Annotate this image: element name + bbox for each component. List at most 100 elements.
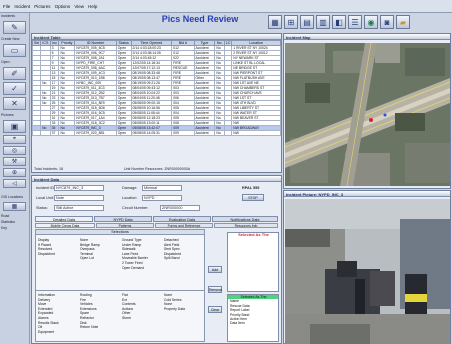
incident-id-label: Incident ID: (36, 186, 56, 190)
clear-button[interactable]: Clear (208, 306, 222, 313)
selection-columns-top: Display If Placed Resolved Dispatched None Br… (36, 237, 204, 289)
menu-options[interactable]: Options (55, 4, 71, 9)
open-button[interactable]: ▭ (3, 44, 26, 57)
subtab-patterns[interactable]: Patterns (96, 223, 154, 228)
selection-option[interactable]: Open Lot (80, 256, 118, 261)
incident-table-panel: Incident Table Sel ICS Inc Priority ID Numbe… (31, 33, 282, 173)
damage-field[interactable]: Minimal (142, 185, 182, 191)
folder-icon[interactable]: ▰ (396, 15, 410, 29)
sidebar-label-key: Key (1, 226, 8, 230)
create-new-button[interactable]: ✎ (3, 21, 26, 34)
list-icon[interactable]: ☰ (348, 15, 362, 29)
damage-label: Damage: (122, 186, 138, 190)
submit-button[interactable]: ✓ (3, 82, 26, 95)
circuit-number-label: Circuit Number: (122, 206, 149, 210)
aerial-map-graphic (285, 43, 450, 186)
camera-icon[interactable]: ◙ (380, 15, 394, 29)
table-footer: Total Incidents: 18 Unit Number Resource… (34, 167, 190, 171)
column-header[interactable]: Status (115, 40, 132, 46)
subtab-forms[interactable]: Forms and Reference (155, 223, 213, 228)
globe-icon[interactable]: ◉ (364, 15, 378, 29)
left-sidebar: Incidents ✎ Create New ▭ Open ✐ ✓ ✕ Pict… (0, 13, 30, 344)
incident-picture-label: Incident Picture: (286, 192, 318, 197)
table-cell: NW (231, 130, 281, 136)
windows-icon[interactable]: ⊞ (284, 15, 298, 29)
subtab-resources[interactable]: Resources Info (214, 223, 278, 228)
table-cell: Open (115, 130, 132, 136)
edit-button[interactable]: ✐ (3, 67, 26, 80)
table-cell: 009 (171, 130, 195, 136)
selection-column: Flat Ext Contents Actions Other Storm (120, 292, 162, 342)
stop-button[interactable]: STOP (242, 194, 264, 201)
incident-table: Sel ICS Inc Priority ID Number Status Time Ope… (31, 40, 281, 136)
table-cell: Accident (193, 130, 216, 136)
local-unit-field[interactable]: Note (54, 195, 104, 201)
main-toolbar: ▦ ⊞ ▤ ▥ ◧ ☰ ◉ ◙ ▰ (266, 13, 452, 33)
rpal-label: RPAL 555 (242, 186, 260, 190)
unit-number-label: Unit Number Resources: (123, 167, 164, 171)
selected-item[interactable]: Data Item (229, 321, 278, 325)
column-header[interactable]: Priority (58, 40, 76, 46)
menu-incident[interactable]: Incident (14, 4, 30, 9)
grid-icon[interactable]: ▦ (268, 15, 282, 29)
incident-map-image[interactable] (285, 43, 450, 186)
layout-icon[interactable]: ▤ (300, 15, 314, 29)
selection-option[interactable]: Split Band (164, 256, 202, 261)
menu-file[interactable]: File (3, 4, 10, 9)
sidebar-label-pictures: Pictures (1, 113, 14, 117)
selection-columns-bottom: Information Delivery Move Extended Expanded A… (36, 292, 204, 342)
tab-evaluation-data[interactable]: Evaluation Data (153, 216, 211, 222)
arrow-left-icon[interactable]: ◁ (3, 179, 26, 188)
tab-detailed-data[interactable]: Detailed Data (35, 216, 93, 222)
incident-photo[interactable] (285, 199, 450, 344)
zoom-button[interactable]: ⊕ (3, 168, 26, 177)
total-incidents-label: Total Incidents: (34, 167, 58, 171)
selection-option[interactable]: Equipment (38, 330, 76, 335)
add-button[interactable]: Add (208, 266, 222, 273)
menu-view[interactable]: View (74, 4, 84, 9)
unit-number-value: ZNR00000000A (164, 167, 191, 171)
tile-icon[interactable]: ▥ (316, 15, 330, 29)
selected-as-title: Selected As The (238, 232, 269, 237)
remove-button[interactable]: Remove (208, 286, 222, 293)
page-title: Pics Need Review (161, 14, 239, 24)
pictures-button[interactable]: ▣ (3, 120, 26, 133)
selections-title: Selections (36, 230, 204, 235)
selected-as-list-bottom[interactable]: Selected As The Name Rescue Data Report La… (227, 294, 279, 342)
delete-button[interactable]: ✕ (3, 97, 26, 110)
menu-help[interactable]: Help (88, 4, 97, 9)
status-label: Status: (36, 206, 48, 210)
tab-nypd-data[interactable]: NYPD Data (94, 216, 152, 222)
table-cell: No (214, 130, 225, 136)
menu-pictures[interactable]: Pictures (34, 4, 50, 9)
subtab-mobile-crews[interactable]: Mobile Crews Data (35, 223, 95, 228)
selection-option[interactable]: Storm (122, 316, 160, 321)
selection-option[interactable]: Dispatched (38, 252, 76, 257)
panel-icon[interactable]: ◧ (332, 15, 346, 29)
sidebar-label-create: Create New (1, 37, 20, 41)
sidebar-label-incidents: Incidents (1, 14, 16, 18)
map-layer-button[interactable]: ▦ (3, 202, 26, 211)
selection-option[interactable]: Property Data (164, 307, 202, 312)
incident-data-panel: Incident Data Incident ID: NYC879_INC_3 … (31, 175, 282, 344)
table-cell: 37 (49, 130, 60, 136)
incident-picture-name: NYPD_INC_3 (318, 192, 344, 197)
table-cell (223, 130, 233, 136)
table-row[interactable]: 37 No NYC879_020_8B1 Open 05/08/05 14:05:31 0… (31, 130, 281, 136)
location-field[interactable]: NYPD (142, 195, 182, 201)
selected-items: Name Rescue Data Report Label Priority Band… (228, 299, 278, 325)
selection-option[interactable]: Open Demand (122, 266, 160, 271)
geo-button[interactable]: ◎ (3, 146, 26, 155)
selected-as-list-top[interactable]: Selected As The (227, 232, 279, 292)
selection-option[interactable]: Return Note (80, 325, 118, 330)
map-view-button[interactable]: ⌖ (3, 135, 26, 144)
status-field[interactable]: Still Active (54, 205, 104, 211)
circuit-number-field[interactable]: ZNR000000 (160, 205, 200, 211)
selection-column: None Cold Series None Property Data (162, 292, 204, 342)
incident-picture-title: Incident Picture: NYPD_INC_3 (284, 191, 450, 197)
incident-id-field[interactable]: NYC879_INC_3 (54, 185, 104, 191)
tools-button[interactable]: ⚒ (3, 157, 26, 166)
tab-notifications-data[interactable]: Notifications Data (212, 216, 278, 222)
local-unit-label: Local Unit: (36, 196, 54, 200)
table-cell: 05/08/05 14:05:31 (130, 130, 173, 136)
